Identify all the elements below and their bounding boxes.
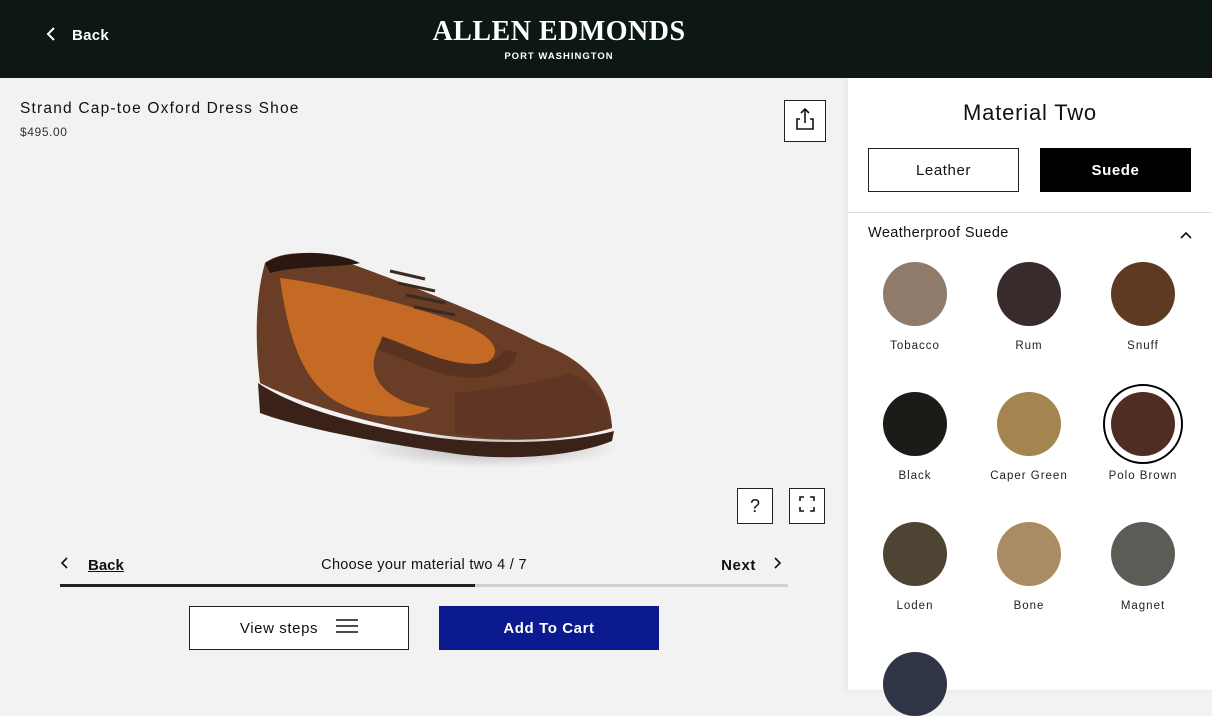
question-icon: ? <box>749 495 760 516</box>
section-header-weatherproof-suede[interactable]: Weatherproof Suede <box>868 224 1192 244</box>
step-navigation: Back Choose your material two 4 / 7 Next <box>60 556 788 578</box>
swatch-color <box>883 392 947 456</box>
swatch-color <box>997 392 1061 456</box>
product-viewer: Strand Cap-toe Oxford Dress Shoe $495.00 <box>0 78 848 690</box>
swatch-snuff[interactable]: Snuff <box>1093 262 1193 352</box>
product-price: $495.00 <box>20 125 68 139</box>
swatch-item-9[interactable] <box>865 652 965 716</box>
view-steps-button[interactable]: View steps <box>189 606 409 650</box>
swatch-polo-brown[interactable]: Polo Brown <box>1093 384 1193 482</box>
view-steps-label: View steps <box>239 619 319 637</box>
brand-name: ALLEN EDMONDS <box>432 16 686 47</box>
material-suede-label: Suede <box>1091 161 1140 179</box>
swatch-color <box>883 522 947 586</box>
swatch-color <box>997 522 1061 586</box>
swatch-rum[interactable]: Rum <box>979 262 1079 352</box>
divider <box>848 212 1212 213</box>
share-icon <box>795 107 815 136</box>
swatch-color <box>883 652 947 716</box>
swatch-label: Rum <box>1015 340 1043 352</box>
top-bar: Back ALLEN EDMONDS PORT WASHINGTON <box>0 0 1212 78</box>
step-next-label: Next <box>721 556 756 574</box>
material-panel: Material Two Leather Suede Weatherproof … <box>848 78 1212 716</box>
step-next-button[interactable]: Next <box>721 556 782 574</box>
chevron-up-icon <box>1180 226 1192 244</box>
swatch-tobacco[interactable]: Tobacco <box>865 262 965 352</box>
fullscreen-button[interactable] <box>789 488 825 524</box>
material-suede-button[interactable]: Suede <box>1040 148 1191 192</box>
swatch-magnet[interactable]: Magnet <box>1093 522 1193 612</box>
menu-icon <box>336 618 359 638</box>
section-label: Weatherproof Suede <box>868 225 1009 241</box>
step-progress-bar <box>60 584 788 587</box>
product-title: Strand Cap-toe Oxford Dress Shoe <box>20 100 300 117</box>
swatch-label: Loden <box>896 600 934 612</box>
share-button[interactable] <box>784 100 826 142</box>
swatch-caper-green[interactable]: Caper Green <box>979 392 1079 482</box>
material-leather-button[interactable]: Leather <box>868 148 1019 192</box>
swatch-label: Bone <box>1013 600 1045 612</box>
chevron-right-icon <box>774 556 782 574</box>
step-indicator: Choose your material two 4 / 7 <box>321 557 527 573</box>
swatch-label: Black <box>898 470 932 482</box>
shoe-3d-render[interactable] <box>240 243 630 493</box>
swatch-color <box>883 262 947 326</box>
help-button[interactable]: ? <box>737 488 773 524</box>
step-progress-fill <box>60 584 475 587</box>
swatch-label: Caper Green <box>990 470 1068 482</box>
brand-subtitle: PORT WASHINGTON <box>504 51 614 62</box>
swatch-loden[interactable]: Loden <box>865 522 965 612</box>
swatch-label: Magnet <box>1120 600 1166 612</box>
panel-title: Material Two <box>963 100 1097 125</box>
brand-logo[interactable]: ALLEN EDMONDS PORT WASHINGTON <box>0 16 1118 63</box>
material-leather-label: Leather <box>915 161 972 179</box>
swatch-label: Tobacco <box>890 340 940 352</box>
fullscreen-icon <box>799 495 815 517</box>
swatch-color <box>1111 392 1175 456</box>
swatch-black[interactable]: Black <box>865 392 965 482</box>
add-to-cart-label: Add To Cart <box>503 619 595 637</box>
swatch-selected-ring <box>1103 384 1183 464</box>
swatch-bone[interactable]: Bone <box>979 522 1079 612</box>
swatch-color <box>1111 262 1175 326</box>
swatch-label: Polo Brown <box>1108 470 1178 482</box>
swatch-color <box>1111 522 1175 586</box>
swatch-label: Snuff <box>1127 340 1159 352</box>
swatch-color <box>997 262 1061 326</box>
add-to-cart-button[interactable]: Add To Cart <box>439 606 659 650</box>
